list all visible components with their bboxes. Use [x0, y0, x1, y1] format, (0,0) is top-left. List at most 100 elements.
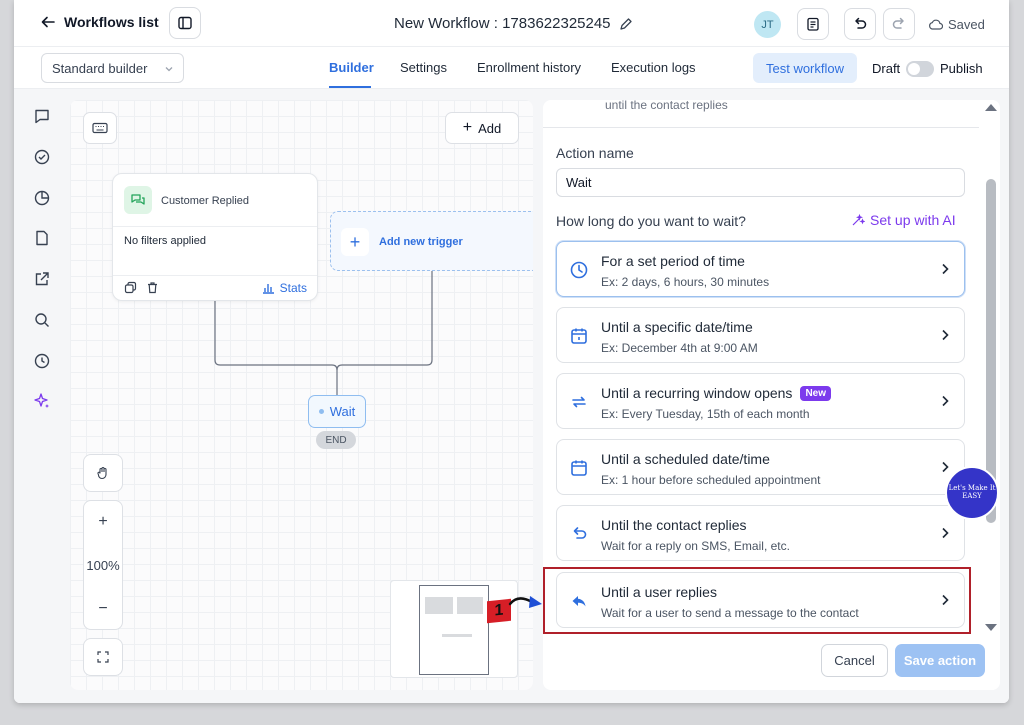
scroll-down-arrow[interactable] — [984, 623, 998, 633]
chevron-right-icon — [942, 527, 949, 539]
arrow-left-icon — [41, 16, 55, 28]
document-icon[interactable] — [33, 229, 51, 247]
redo-icon — [892, 17, 904, 29]
calendar-icon — [569, 458, 589, 478]
scroll-up-arrow[interactable] — [984, 102, 998, 112]
tab-bar: Standard builder Builder Settings Enroll… — [14, 47, 1009, 89]
trash-icon[interactable] — [146, 281, 159, 294]
option-subtitle: Ex: December 4th at 9:00 AM — [601, 341, 758, 355]
saved-status: Saved — [928, 17, 985, 32]
fit-view-button[interactable] — [83, 638, 123, 676]
back-to-workflows-link[interactable]: Workflows list — [40, 14, 159, 30]
tab-enrollment-history[interactable]: Enrollment history — [477, 60, 581, 75]
active-tab-indicator — [329, 86, 371, 88]
minimap[interactable] — [390, 580, 518, 678]
trigger-filter-text: No filters applied — [124, 235, 206, 247]
sparkle-icon[interactable] — [33, 392, 51, 410]
save-action-button[interactable]: Save action — [895, 644, 985, 677]
chevron-right-icon — [942, 395, 949, 407]
add-new-trigger-button[interactable]: + Add new trigger — [330, 211, 533, 271]
cancel-button[interactable]: Cancel — [821, 644, 888, 677]
sidebar-panel-icon — [178, 16, 192, 30]
wait-question-label: How long do you want to wait? — [556, 213, 746, 229]
divider — [113, 275, 317, 276]
option-title: For a set period of time — [601, 253, 745, 269]
hand-icon — [97, 466, 107, 480]
previous-option-caption: until the contact replies — [605, 100, 728, 112]
wait-node[interactable]: Wait — [308, 395, 366, 428]
option-subtitle: Ex: 1 hour before scheduled appointment — [601, 473, 821, 487]
pan-tool-button[interactable] — [83, 454, 123, 492]
option-title: Until a recurring window opens — [601, 385, 793, 401]
redo-button[interactable] — [883, 8, 915, 40]
workflow-title[interactable]: New Workflow : 1783622325245 — [394, 15, 633, 32]
expand-icon — [97, 651, 109, 663]
zoom-level: 100% — [86, 558, 120, 573]
zoom-out-button[interactable]: − — [84, 600, 122, 618]
watermark-logo: Let's Make It EASY — [945, 466, 999, 520]
chevron-right-icon — [942, 329, 949, 341]
undo-button[interactable] — [844, 8, 876, 40]
workflow-title-text: New Workflow : 1783622325245 — [394, 15, 611, 32]
bar-chart-icon — [262, 284, 274, 294]
tab-execution-logs[interactable]: Execution logs — [611, 60, 696, 75]
wait-node-label: Wait — [329, 404, 356, 419]
option-subtitle: Ex: Every Tuesday, 15th of each month — [601, 407, 810, 421]
option-title: Until a specific date/time — [601, 319, 753, 335]
left-rail — [14, 89, 69, 703]
clipboard-icon — [807, 17, 819, 31]
highlight-box — [543, 567, 971, 634]
publish-label: Publish — [940, 61, 983, 76]
workflow-canvas[interactable]: + Add Customer Replied No filters applie… — [70, 100, 533, 690]
tab-builder[interactable]: Builder — [329, 60, 374, 75]
new-badge: New — [800, 385, 831, 401]
undo-icon — [855, 17, 867, 29]
wait-option-scheduled-date[interactable]: Until a scheduled date/time Ex: 1 hour b… — [556, 439, 965, 495]
repeat-icon — [569, 392, 589, 412]
history-icon[interactable] — [33, 352, 51, 370]
pie-chart-icon[interactable] — [33, 189, 51, 207]
draft-label: Draft — [872, 61, 901, 76]
builder-mode-select[interactable]: Standard builder — [41, 53, 184, 83]
stats-label: Stats — [279, 281, 307, 295]
calendar-grid-icon — [569, 326, 589, 346]
option-subtitle: Ex: 2 days, 6 hours, 30 minutes — [601, 275, 770, 289]
minimap-node — [425, 597, 453, 614]
external-link-icon[interactable] — [33, 270, 51, 288]
trigger-title: Customer Replied — [161, 195, 250, 207]
zoom-in-button[interactable]: + — [84, 513, 122, 531]
pencil-icon[interactable] — [619, 17, 633, 31]
tab-settings[interactable]: Settings — [400, 60, 447, 75]
wait-option-set-period[interactable]: For a set period of time Ex: 2 days, 6 h… — [556, 241, 965, 297]
publish-toggle[interactable] — [906, 61, 934, 77]
copy-icon[interactable] — [124, 281, 137, 294]
node-status-dot — [318, 409, 324, 414]
divider — [543, 127, 979, 128]
wait-option-recurring-window[interactable]: Until a recurring window opens New Ex: E… — [556, 373, 965, 429]
watermark-text: Let's Make It EASY — [948, 484, 996, 500]
wait-config-panel: until the contact replies Action name Ho… — [543, 100, 1000, 690]
option-title: Until the contact replies — [601, 517, 747, 533]
avatar[interactable]: JT — [754, 11, 781, 38]
wait-option-contact-replies[interactable]: Until the contact replies Wait for a rep… — [556, 505, 965, 561]
cloud-check-icon — [929, 19, 943, 30]
option-subtitle: Wait for a reply on SMS, Email, etc. — [601, 539, 790, 553]
top-bar: Workflows list New Workflow : 1783622325… — [14, 0, 1009, 47]
trigger-card[interactable]: Customer Replied No filters applied Stat… — [112, 173, 318, 301]
stats-link[interactable]: Stats — [262, 281, 307, 295]
action-name-label: Action name — [556, 145, 634, 161]
wait-option-specific-date[interactable]: Until a specific date/time Ex: December … — [556, 307, 965, 363]
check-circle-icon[interactable] — [33, 148, 51, 166]
back-label: Workflows list — [64, 14, 159, 30]
test-workflow-button[interactable]: Test workflow — [753, 53, 857, 83]
saved-label: Saved — [948, 17, 985, 32]
action-name-input[interactable] — [556, 168, 965, 197]
search-icon[interactable] — [33, 311, 51, 329]
chat-icon[interactable] — [33, 107, 51, 125]
toggle-sidebar-button[interactable] — [169, 7, 201, 39]
notes-button[interactable] — [797, 8, 829, 40]
zoom-controls: + 100% − — [83, 500, 123, 630]
end-node: END — [316, 431, 356, 449]
setup-with-ai-link[interactable]: Set up with AI — [851, 212, 956, 228]
minimap-node — [457, 597, 483, 614]
